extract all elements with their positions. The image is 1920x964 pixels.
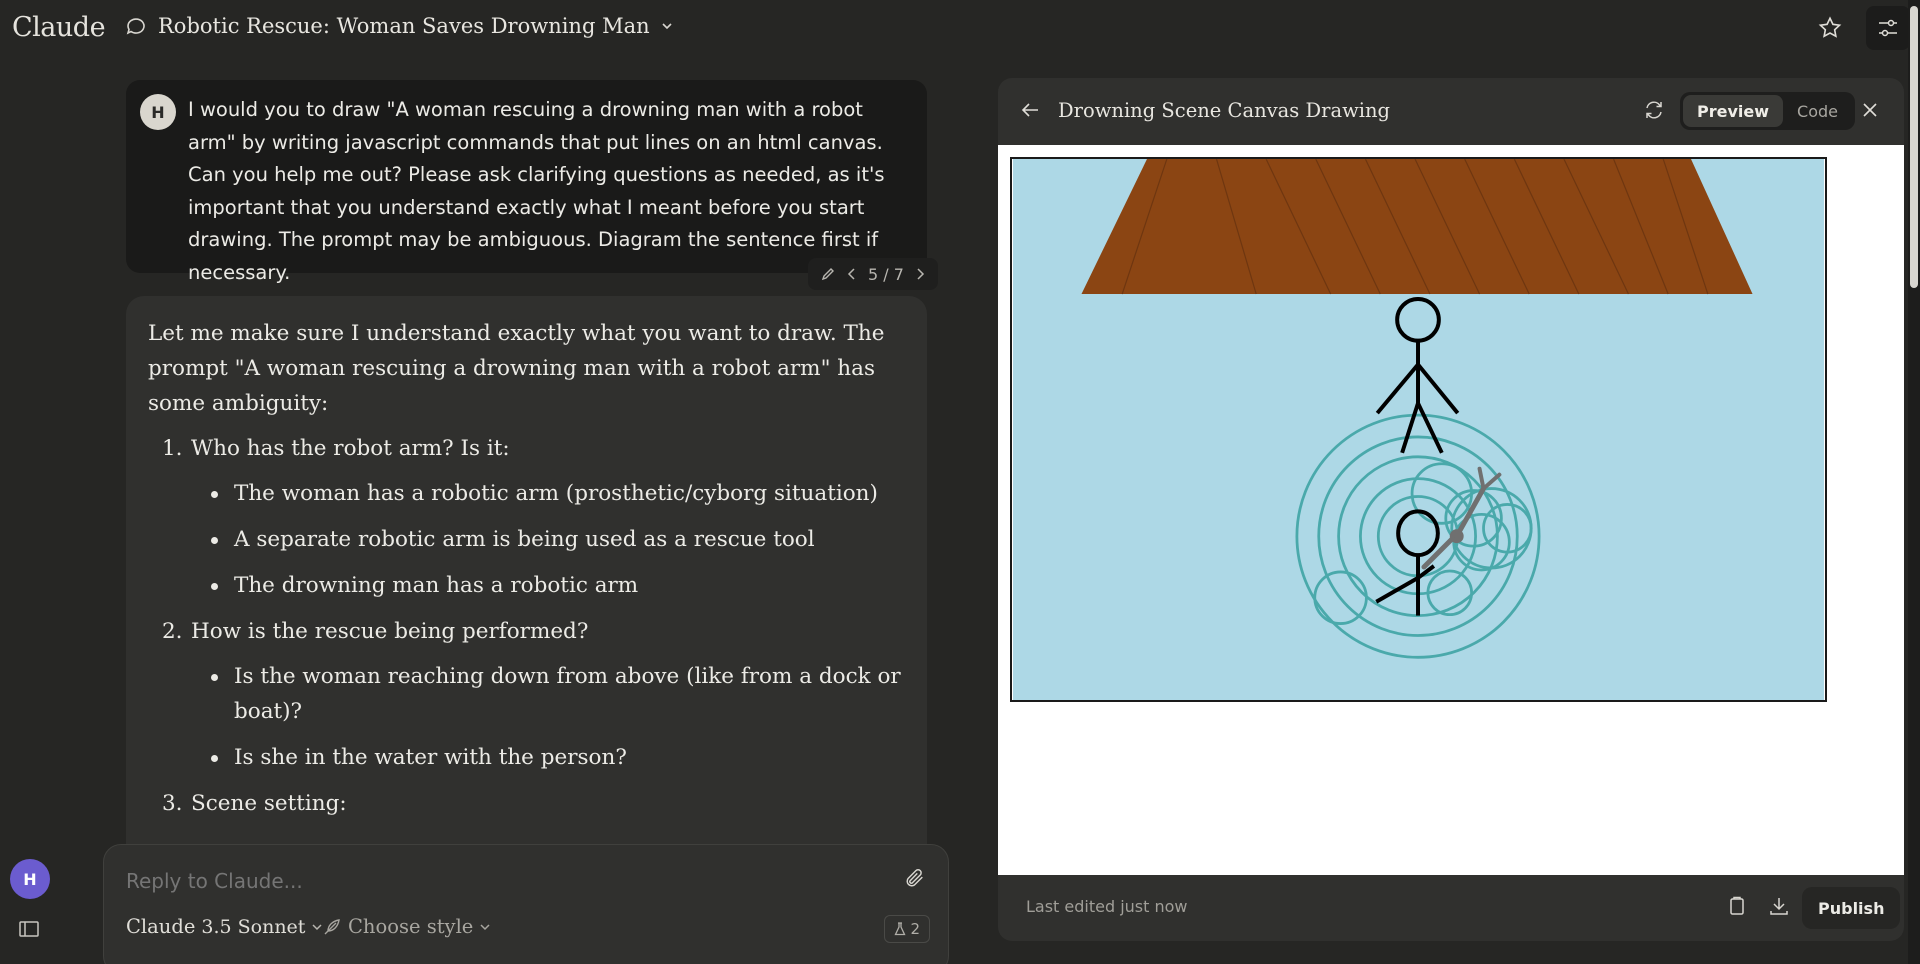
- question-text: Scene setting:: [191, 791, 347, 816]
- canvas-drawing: [1010, 157, 1827, 702]
- artifact-header: Drowning Scene Canvas Drawing Preview Co…: [998, 78, 1904, 145]
- sliders-icon: [1879, 19, 1897, 37]
- chevron-down-icon: [480, 923, 490, 930]
- back-button[interactable]: [1018, 98, 1042, 126]
- counter-value: 2: [910, 920, 920, 938]
- copy-button[interactable]: [1726, 895, 1748, 921]
- star-icon: [1818, 16, 1842, 38]
- question-number: 1.: [162, 436, 183, 461]
- sidebar-toggle[interactable]: [18, 919, 40, 943]
- clipboard-icon: [1730, 896, 1744, 915]
- question-text: Who has the robot arm? Is it:: [191, 436, 510, 461]
- account-avatar[interactable]: H: [10, 859, 50, 899]
- star-button[interactable]: [1808, 6, 1852, 50]
- settings-button[interactable]: [1866, 6, 1910, 50]
- attach-button[interactable]: [904, 867, 926, 893]
- claude-logo[interactable]: Claude: [12, 12, 106, 43]
- model-name: Claude: [126, 915, 196, 938]
- paperclip-icon: [906, 869, 923, 887]
- assistant-message: Let me make sure I understand exactly wh…: [126, 296, 927, 896]
- option-item: Is the woman reaching down from above (l…: [191, 659, 905, 729]
- sidebar-icon: [19, 921, 39, 937]
- edit-pencil-icon[interactable]: [820, 266, 836, 282]
- option-list: The woman has a robotic arm (prosthetic/…: [191, 476, 905, 603]
- option-item: A separate robotic arm is being used as …: [191, 522, 905, 557]
- refresh-icon: [1646, 101, 1662, 119]
- download-button[interactable]: [1768, 895, 1790, 921]
- option-list: Is the woman reaching down from above (l…: [191, 659, 905, 775]
- chevron-down-icon: [662, 23, 672, 30]
- question-item: 2. How is the rescue being performed? Is…: [148, 614, 905, 775]
- feather-pen-icon: [324, 918, 340, 934]
- option-item: Is she in the water with the person?: [191, 740, 905, 775]
- user-avatar: H: [140, 94, 176, 130]
- chevron-right-icon[interactable]: [914, 267, 926, 281]
- reply-input[interactable]: [126, 869, 866, 893]
- reply-composer: Claude 3.5 Sonnet Choose style 2: [103, 844, 949, 964]
- style-label: Choose style: [348, 915, 474, 938]
- top-bar: Claude Robotic Rescue: Woman Saves Drown…: [0, 0, 1920, 58]
- chevron-left-icon[interactable]: [846, 267, 858, 281]
- view-toggle: Preview Code: [1680, 92, 1855, 130]
- style-selector[interactable]: Choose style: [322, 915, 491, 938]
- conversation-title-menu[interactable]: Robotic Rescue: Woman Saves Drowning Man: [124, 14, 674, 38]
- chat-bubble-icon: [126, 18, 145, 35]
- model-version: 3.5 Sonnet: [201, 915, 306, 938]
- page-scrollbar[interactable]: [1908, 0, 1920, 964]
- flask-icon: [894, 922, 906, 936]
- question-item: 1. Who has the robot arm? Is it: The wom…: [148, 431, 905, 603]
- artifact-title: Drowning Scene Canvas Drawing: [1058, 99, 1391, 122]
- question-number: 3.: [162, 791, 183, 816]
- question-text: How is the rescue being performed?: [191, 619, 589, 644]
- close-button[interactable]: [1858, 98, 1882, 126]
- message-controls: 5 / 7: [808, 258, 938, 290]
- option-item: The drowning man has a robotic arm: [191, 568, 905, 603]
- question-number: 2.: [162, 619, 183, 644]
- question-item: 3. Scene setting:: [148, 786, 905, 821]
- flask-counter[interactable]: 2: [884, 915, 930, 943]
- model-selector[interactable]: Claude 3.5 Sonnet: [126, 915, 323, 938]
- close-icon: [1863, 103, 1877, 117]
- question-list: 1. Who has the robot arm? Is it: The wom…: [148, 431, 905, 821]
- artifact-preview: [998, 145, 1904, 875]
- assistant-intro: Let me make sure I understand exactly wh…: [148, 321, 885, 416]
- user-message: H I would you to draw "A woman rescuing …: [126, 80, 927, 284]
- version-indicator: 5 / 7: [868, 264, 904, 284]
- dock: [1081, 159, 1753, 295]
- artifact-footer: Last edited just now Publish: [998, 875, 1904, 941]
- tab-preview[interactable]: Preview: [1683, 95, 1784, 127]
- artifact-panel: Drowning Scene Canvas Drawing Preview Co…: [998, 78, 1904, 941]
- last-edited-text: Last edited just now: [1026, 897, 1188, 916]
- publish-button[interactable]: Publish: [1802, 887, 1901, 929]
- refresh-button[interactable]: [1642, 98, 1666, 126]
- tab-code[interactable]: Code: [1783, 95, 1852, 127]
- arrow-left-icon: [1021, 103, 1038, 117]
- option-item: The woman has a robotic arm (prosthetic/…: [191, 476, 905, 511]
- download-icon: [1770, 898, 1788, 915]
- user-message-text: I would you to draw "A woman rescuing a …: [188, 98, 885, 284]
- scrollbar-thumb[interactable]: [1910, 6, 1918, 288]
- conversation-title: Robotic Rescue: Woman Saves Drowning Man: [158, 14, 650, 38]
